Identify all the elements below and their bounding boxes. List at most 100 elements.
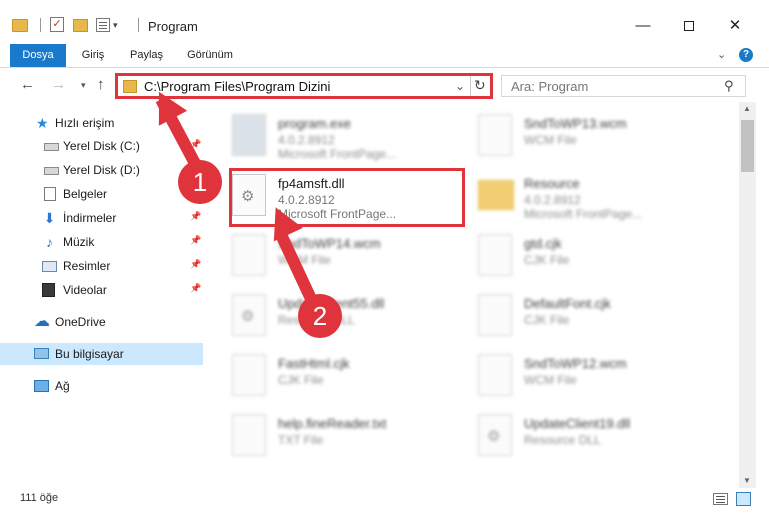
tiles-view-icon[interactable] [736,492,751,506]
sidebar-item-label: Müzik [63,235,95,249]
toolbar-divider [40,18,41,32]
sidebar-item-network[interactable]: Ağ [0,375,203,397]
file-item-updateclient19[interactable]: UpdateClient19.dll Resource DLL [452,406,692,462]
file-type: CJK File [278,373,324,387]
recent-locations-chevron-icon[interactable]: ▾ [81,80,86,91]
dll-icon [478,414,512,456]
folder-icon [478,180,514,210]
folder-item-resource[interactable]: Resource 4.0.2.8912 Microsoft FrontPage.… [452,166,692,222]
documents-icon [44,187,56,201]
sidebar-item-label: İndirmeler [63,211,117,225]
search-icon[interactable]: ⚲ [724,78,734,94]
file-type: WCM File [524,133,577,147]
file-icon [478,234,512,276]
vertical-scrollbar[interactable]: ▲ ▼ [739,102,756,488]
cloud-icon: ☁ [34,313,50,330]
file-name: gtd.cjk [524,236,562,251]
download-icon: ⬇ [43,210,56,226]
network-icon [34,380,49,392]
sidebar-item-videos[interactable]: Videolar 📌 [0,279,203,301]
tab-file[interactable]: Dosya [10,44,66,67]
dll-icon [232,294,266,336]
customize-quick-access-chevron-icon[interactable]: ▾ [113,20,118,31]
help-icon[interactable]: ? [739,48,753,62]
expand-ribbon-chevron-icon[interactable]: ⌄ [717,48,726,61]
file-item-help-txt[interactable]: help.fineReader.txt TXT File [206,406,446,462]
sidebar-item-local-disk-d[interactable]: Yerel Disk (D:) [0,159,203,181]
pin-icon[interactable]: 📌 [190,211,201,222]
pictures-icon [42,261,57,272]
file-item-sndtowp13[interactable]: SndToWP13.wcm WCM File [452,106,692,162]
refresh-icon[interactable]: ↻ [474,77,486,94]
folder-icon [123,80,137,93]
sidebar-item-this-pc[interactable]: Bu bilgisayar [0,343,203,365]
file-item-program-exe[interactable]: program.exe 4.0.2.8912 Microsoft FrontPa… [206,106,446,162]
sidebar-item-label: Yerel Disk (C:) [63,139,140,153]
title-bar: ✓ ▾ Program — ✕ [0,0,769,40]
minimize-button[interactable]: — [620,12,666,40]
file-icon [478,114,512,156]
sidebar-item-downloads[interactable]: ⬇ İndirmeler 📌 [0,207,203,229]
search-placeholder: Ara: Program [511,79,589,94]
file-name: SndToWP12.wcm [524,356,627,371]
forward-button[interactable]: → [51,76,66,93]
file-type: WCM File [524,373,577,387]
sidebar-item-label: Yerel Disk (D:) [63,163,140,177]
up-button[interactable]: ↑ [97,76,105,93]
file-icon [232,414,266,456]
maximize-icon [684,21,694,32]
tab-view[interactable]: Görünüm [186,44,234,67]
back-button[interactable]: ← [20,76,35,93]
pin-icon[interactable]: 📌 [190,235,201,246]
videos-icon [42,283,55,297]
file-item-sndtowp12[interactable]: SndToWP12.wcm WCM File [452,346,692,402]
sidebar-item-documents[interactable]: Belgeler [0,183,203,205]
file-name: SndToWP13.wcm [524,116,627,131]
scroll-up-icon[interactable]: ▲ [743,104,751,113]
new-folder-quick-access-icon[interactable] [73,19,88,32]
sidebar-item-onedrive[interactable]: ☁ OneDrive [0,311,203,333]
file-icon [232,354,266,396]
sidebar-item-label: OneDrive [55,315,106,329]
file-item-fasthtml[interactable]: FastHtml.cjk CJK File [206,346,446,402]
scroll-down-icon[interactable]: ▼ [743,476,751,485]
drive-icon [44,167,59,175]
step-badge-1: 1 [178,160,222,204]
file-version: 4.0.2.8912 [278,133,335,147]
file-version: 4.0.2.8912 [524,193,581,207]
maximize-button[interactable] [666,12,712,40]
file-icon [478,354,512,396]
properties-icon[interactable] [96,18,110,32]
window-title: Program [148,19,198,34]
file-name: FastHtml.cjk [278,356,350,371]
star-icon: ★ [36,115,49,131]
file-name: DefaultFont.cjk [524,296,611,311]
properties-quick-access-icon[interactable]: ✓ [50,17,64,32]
sidebar-item-pictures[interactable]: Resimler 📌 [0,255,203,277]
address-row: ← → ▾ ↑ C:\Program Files\Program Dizini … [0,68,769,102]
exe-icon [232,114,266,156]
address-history-chevron-icon[interactable]: ⌄ [455,79,465,93]
file-name: UpdateClient19.dll [524,416,631,431]
folder-icon [12,19,28,32]
tab-home[interactable]: Giriş [78,44,108,67]
file-list: program.exe 4.0.2.8912 Microsoft FrontPa… [206,102,739,488]
file-name: Resource [524,176,580,191]
pin-icon[interactable]: 📌 [190,283,201,294]
close-button[interactable]: ✕ [712,12,758,40]
file-icon [232,234,266,276]
search-input[interactable]: Ara: Program ⚲ [501,75,746,97]
file-icon [478,294,512,336]
details-view-icon[interactable] [713,493,728,505]
file-item-gtd-cjk[interactable]: gtd.cjk CJK File [452,226,692,282]
pin-icon[interactable]: 📌 [190,259,201,270]
sidebar-item-local-disk-c[interactable]: Yerel Disk (C:) 📌 [0,135,203,157]
sidebar-item-music[interactable]: ♪ Müzik 📌 [0,231,203,253]
step-badge-2: 2 [298,294,342,338]
scrollbar-thumb[interactable] [741,120,754,172]
tab-share[interactable]: Paylaş [130,44,163,67]
file-item-defaultfont[interactable]: DefaultFont.cjk CJK File [452,286,692,342]
file-type: Resource DLL [524,433,601,447]
status-bar: 111 öğe [0,488,769,520]
file-item-sndtowp14[interactable]: SndToWP14.wcm WCM File [206,226,446,282]
